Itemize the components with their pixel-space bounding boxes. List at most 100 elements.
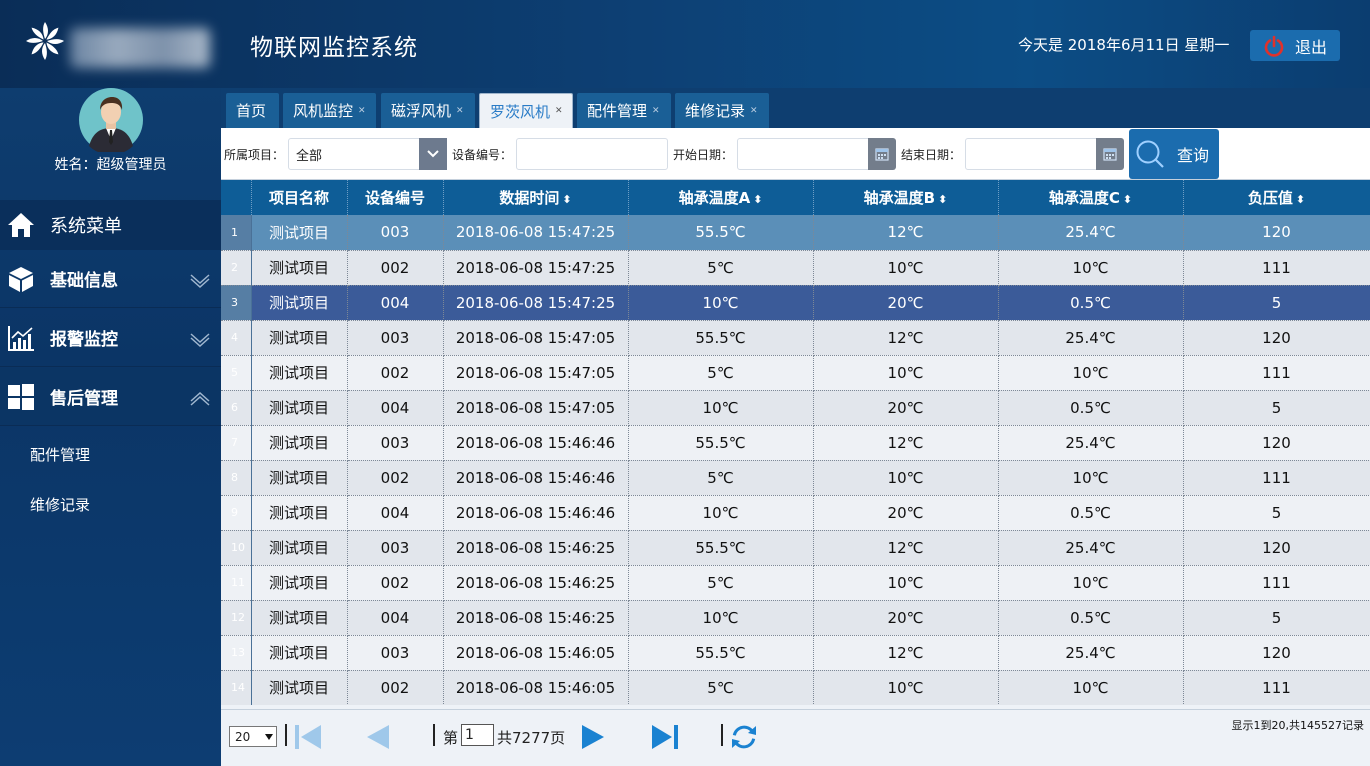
end-date-input[interactable] [965, 138, 1097, 170]
table-cell: 2018-06-08 15:46:46 [443, 460, 629, 496]
table-row[interactable]: 14 测试项目 002 2018-06-08 15:46:05 5℃ 10℃ 10℃ 111 [221, 670, 1370, 705]
table-cell: 003 [347, 425, 444, 461]
table-cell: 10℃ [813, 460, 999, 496]
table-cell: 12℃ [813, 320, 999, 356]
table-row[interactable]: 10 测试项目 003 2018-06-08 15:46:25 55.5℃ 12℃ 25.4… [221, 530, 1370, 566]
table-row[interactable]: 13 测试项目 003 2018-06-08 15:46:05 55.5℃ 12℃ 25.4… [221, 635, 1370, 671]
next-page-icon[interactable] [579, 722, 607, 752]
table-cell: 10℃ [628, 285, 814, 321]
menu-group-alarm-monitor[interactable]: 报警监控 [0, 309, 221, 367]
table-cell: 2018-06-08 15:47:05 [443, 390, 629, 426]
table-row[interactable]: 4 测试项目 003 2018-06-08 15:47:05 55.5℃ 12℃ 25.4℃… [221, 320, 1370, 356]
table-cell: 10℃ [998, 355, 1184, 391]
tab-label: 配件管理 [587, 102, 648, 120]
table-cell: 12℃ [813, 215, 999, 251]
column-header: 设备编号 [347, 180, 444, 215]
table-cell: 10℃ [628, 600, 814, 636]
table-cell: 测试项目 [251, 495, 348, 531]
table-cell: 120 [1183, 320, 1370, 356]
column-header[interactable]: 轴承温度A ⬍ [628, 180, 814, 215]
table-cell: 12℃ [813, 635, 999, 671]
tab-fan-monitor[interactable]: 风机监控 ✕ [283, 93, 376, 128]
close-icon[interactable]: ✕ [652, 106, 660, 116]
page-number-input[interactable]: 1 [461, 724, 494, 746]
table-header-row: 项目名称 设备编号 数据时间 ⬍ 轴承温度A ⬍ 轴承温度B ⬍ 轴承温度C ⬍ 负压值 ⬍ [221, 180, 1370, 215]
tab-home[interactable]: 首页 [226, 93, 279, 128]
table-cell: 测试项目 [251, 355, 348, 391]
table-row[interactable]: 8 测试项目 002 2018-06-08 15:46:46 5℃ 10℃ 10℃ 111 [221, 460, 1370, 496]
table-row[interactable]: 3 测试项目 004 2018-06-08 15:47:25 10℃ 20℃ 0.5℃ 5 [221, 285, 1370, 321]
column-header: 项目名称 [251, 180, 348, 215]
menu-group-after-sales[interactable]: 售后管理 [0, 368, 221, 426]
table-row[interactable]: 2 测试项目 002 2018-06-08 15:47:25 5℃ 10℃ 10℃ 111 [221, 250, 1370, 286]
calendar-button[interactable] [868, 138, 896, 170]
device-input[interactable] [516, 138, 668, 170]
dropdown-button[interactable] [419, 138, 447, 170]
table-cell: 120 [1183, 635, 1370, 671]
sidebar-item-repair-records[interactable]: 维修记录 [30, 494, 90, 515]
refresh-icon[interactable] [729, 722, 759, 752]
table-row[interactable]: 6 测试项目 004 2018-06-08 15:47:05 10℃ 20℃ 0.5℃ 5 [221, 390, 1370, 426]
calendar-button[interactable] [1096, 138, 1124, 170]
query-button[interactable]: 查询 [1129, 129, 1219, 179]
table-cell: 测试项目 [251, 600, 348, 636]
table-cell: 测试项目 [251, 565, 348, 601]
table-cell: 10℃ [813, 565, 999, 601]
first-page-icon[interactable] [292, 722, 324, 752]
column-header[interactable]: 负压值 ⬍ [1183, 180, 1370, 215]
tab-parts-management[interactable]: 配件管理 ✕ [577, 93, 671, 128]
table-row[interactable]: 12 测试项目 004 2018-06-08 15:46:25 10℃ 20℃ 0.5℃ 5 [221, 600, 1370, 636]
table-cell: 2018-06-08 15:46:25 [443, 530, 629, 566]
table-row[interactable]: 9 测试项目 004 2018-06-08 15:46:46 10℃ 20℃ 0.5℃ 5 [221, 495, 1370, 531]
sort-icon: ⬍ [1122, 193, 1133, 206]
calendar-icon [1103, 148, 1117, 161]
query-label: 查询 [1177, 146, 1210, 165]
logout-button[interactable]: 退出 [1250, 30, 1340, 61]
table-cell: 10℃ [813, 250, 999, 286]
table-cell: 2018-06-08 15:47:05 [443, 355, 629, 391]
tab-maglev-fan[interactable]: 磁浮风机 ✕ [381, 93, 475, 128]
sort-icon: ⬍ [753, 193, 763, 206]
project-select[interactable]: 全部 [288, 138, 421, 170]
tab-label: 风机监控 [293, 102, 354, 120]
column-header[interactable]: 轴承温度B ⬍ [813, 180, 999, 215]
last-page-icon[interactable] [649, 722, 681, 752]
table-cell: 5 [1183, 495, 1370, 531]
chevron-down-icon [427, 150, 439, 158]
row-number: 14 [221, 670, 252, 705]
tab-label: 首页 [236, 102, 267, 120]
table-row[interactable]: 7 测试项目 003 2018-06-08 15:46:46 55.5℃ 12℃ 25.4℃… [221, 425, 1370, 461]
tab-roots-blower[interactable]: 罗茨风机 ✕ [479, 93, 573, 128]
column-header[interactable]: 数据时间 ⬍ [443, 180, 629, 215]
row-number: 1 [221, 215, 252, 251]
previous-page-icon[interactable] [364, 722, 392, 752]
column-header-label: 项目名称 [268, 189, 329, 207]
table-cell: 2018-06-08 15:46:46 [443, 425, 629, 461]
column-header-label: 数据时间 [499, 189, 560, 207]
menu-header: 系统菜单 [0, 200, 221, 250]
page-size-select[interactable]: 20 [229, 726, 277, 747]
menu-group-basic-info[interactable]: 基础信息 [0, 250, 221, 308]
table-row[interactable]: 11 测试项目 002 2018-06-08 15:46:25 5℃ 10℃ 10℃ 111 [221, 565, 1370, 601]
table-cell: 20℃ [813, 390, 999, 426]
table-cell: 002 [347, 355, 444, 391]
tab-bar: 首页 风机监控 ✕ 磁浮风机 ✕ 罗茨风机 ✕ 配件管理 ✕ 维修记录 ✕ [221, 88, 1370, 128]
table-cell: 004 [347, 285, 444, 321]
close-icon[interactable]: ✕ [456, 106, 464, 116]
table-cell: 120 [1183, 425, 1370, 461]
close-icon[interactable]: ✕ [555, 106, 563, 116]
start-date-input[interactable] [737, 138, 869, 170]
close-icon[interactable]: ✕ [750, 106, 758, 116]
table-row[interactable]: 5 测试项目 002 2018-06-08 15:47:05 5℃ 10℃ 10℃ 111 [221, 355, 1370, 391]
table-cell: 55.5℃ [628, 320, 814, 356]
tab-repair-records[interactable]: 维修记录 ✕ [675, 93, 769, 128]
close-icon[interactable]: ✕ [358, 106, 366, 116]
table-cell: 2018-06-08 15:47:25 [443, 285, 629, 321]
sidebar-item-parts-management[interactable]: 配件管理 [30, 444, 90, 465]
row-number: 10 [221, 530, 252, 566]
table-cell: 测试项目 [251, 320, 348, 356]
table-cell: 002 [347, 670, 444, 705]
column-header[interactable]: 轴承温度C ⬍ [998, 180, 1184, 215]
table-row[interactable]: 1 测试项目 003 2018-06-08 15:47:25 55.5℃ 12℃ 25.4℃… [221, 215, 1370, 251]
row-number: 5 [221, 355, 252, 391]
